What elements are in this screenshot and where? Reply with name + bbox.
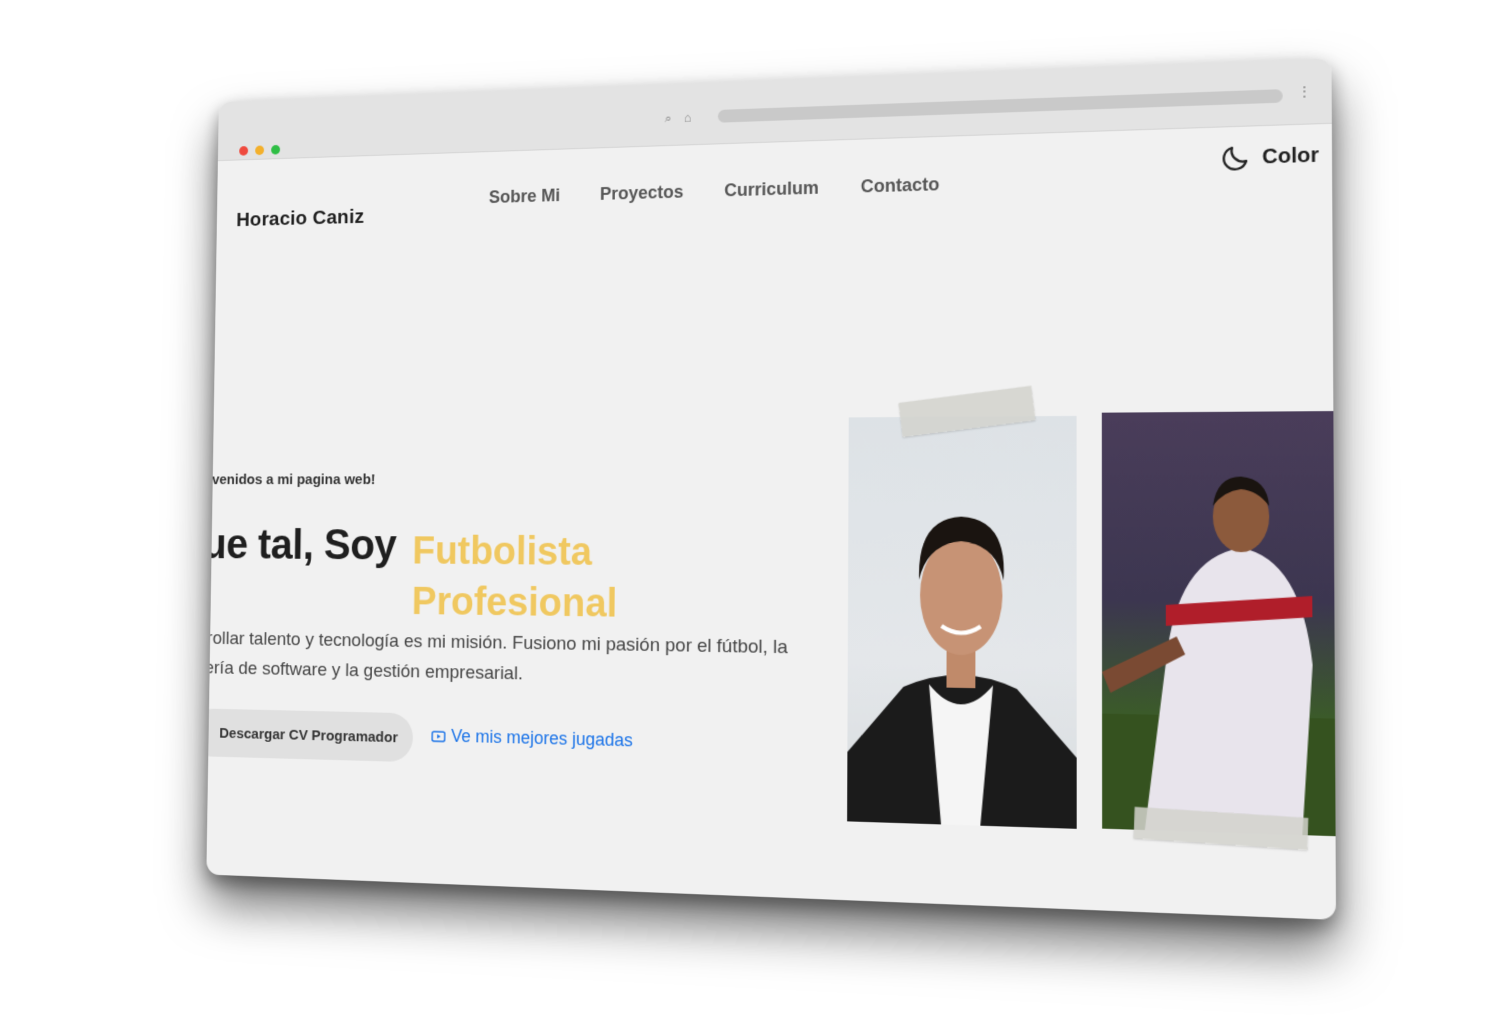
nav-proyectos[interactable]: Proyectos xyxy=(600,182,684,205)
hero-description-line2: iería de software y la gestión empresari… xyxy=(206,658,523,684)
browser-mockup: ⌕ ⌂ ⋮ Horacio Caniz Sobre Mi Proyectos C… xyxy=(206,58,1336,920)
hero-role-line1: Futbolista xyxy=(412,526,630,578)
search-icon[interactable]: ⌕ xyxy=(665,112,672,126)
home-icon[interactable]: ⌂ xyxy=(684,111,692,125)
main-nav: Sobre Mi Proyectos Curriculum Contacto xyxy=(489,174,940,208)
video-link[interactable]: Ve mis mejores jugadas xyxy=(431,726,633,752)
theme-toggle[interactable]: Color xyxy=(1219,140,1319,174)
site-brand[interactable]: Horacio Caniz xyxy=(236,206,364,232)
address-bar[interactable] xyxy=(718,89,1283,123)
nav-curriculum[interactable]: Curriculum xyxy=(724,178,819,202)
close-window-dot[interactable] xyxy=(239,146,248,156)
portrait-photo xyxy=(847,416,1077,829)
browser-window: ⌕ ⌂ ⋮ Horacio Caniz Sobre Mi Proyectos C… xyxy=(206,58,1336,920)
theme-toggle-label: Color xyxy=(1262,143,1319,169)
nav-contacto[interactable]: Contacto xyxy=(861,174,940,197)
play-video-icon xyxy=(431,730,445,742)
browser-menu-icon[interactable]: ⋮ xyxy=(1297,84,1312,99)
hero-description: rrollar talento y tecnología es mi misió… xyxy=(206,624,803,695)
minimize-window-dot[interactable] xyxy=(255,145,264,155)
nav-sobre-mi[interactable]: Sobre Mi xyxy=(489,185,560,207)
maximize-window-dot[interactable] xyxy=(271,145,280,155)
moon-icon xyxy=(1219,142,1251,174)
action-photo xyxy=(1102,411,1336,836)
hero-title-prefix: ue tal, Soy xyxy=(206,521,396,570)
download-cv-button[interactable]: Descargar CV Programador xyxy=(206,708,413,762)
hero-role: Futbolista Profesional xyxy=(411,526,629,630)
hero-role-line2: Profesional xyxy=(411,576,629,630)
video-link-label: Ve mis mejores jugadas xyxy=(451,726,633,751)
welcome-text: nvenidos a mi pagina web! xyxy=(206,472,375,488)
hero-description-line1: rrollar talento y tecnología es mi misió… xyxy=(206,628,788,658)
browser-titlebar: ⌕ ⌂ ⋮ xyxy=(218,58,1332,161)
